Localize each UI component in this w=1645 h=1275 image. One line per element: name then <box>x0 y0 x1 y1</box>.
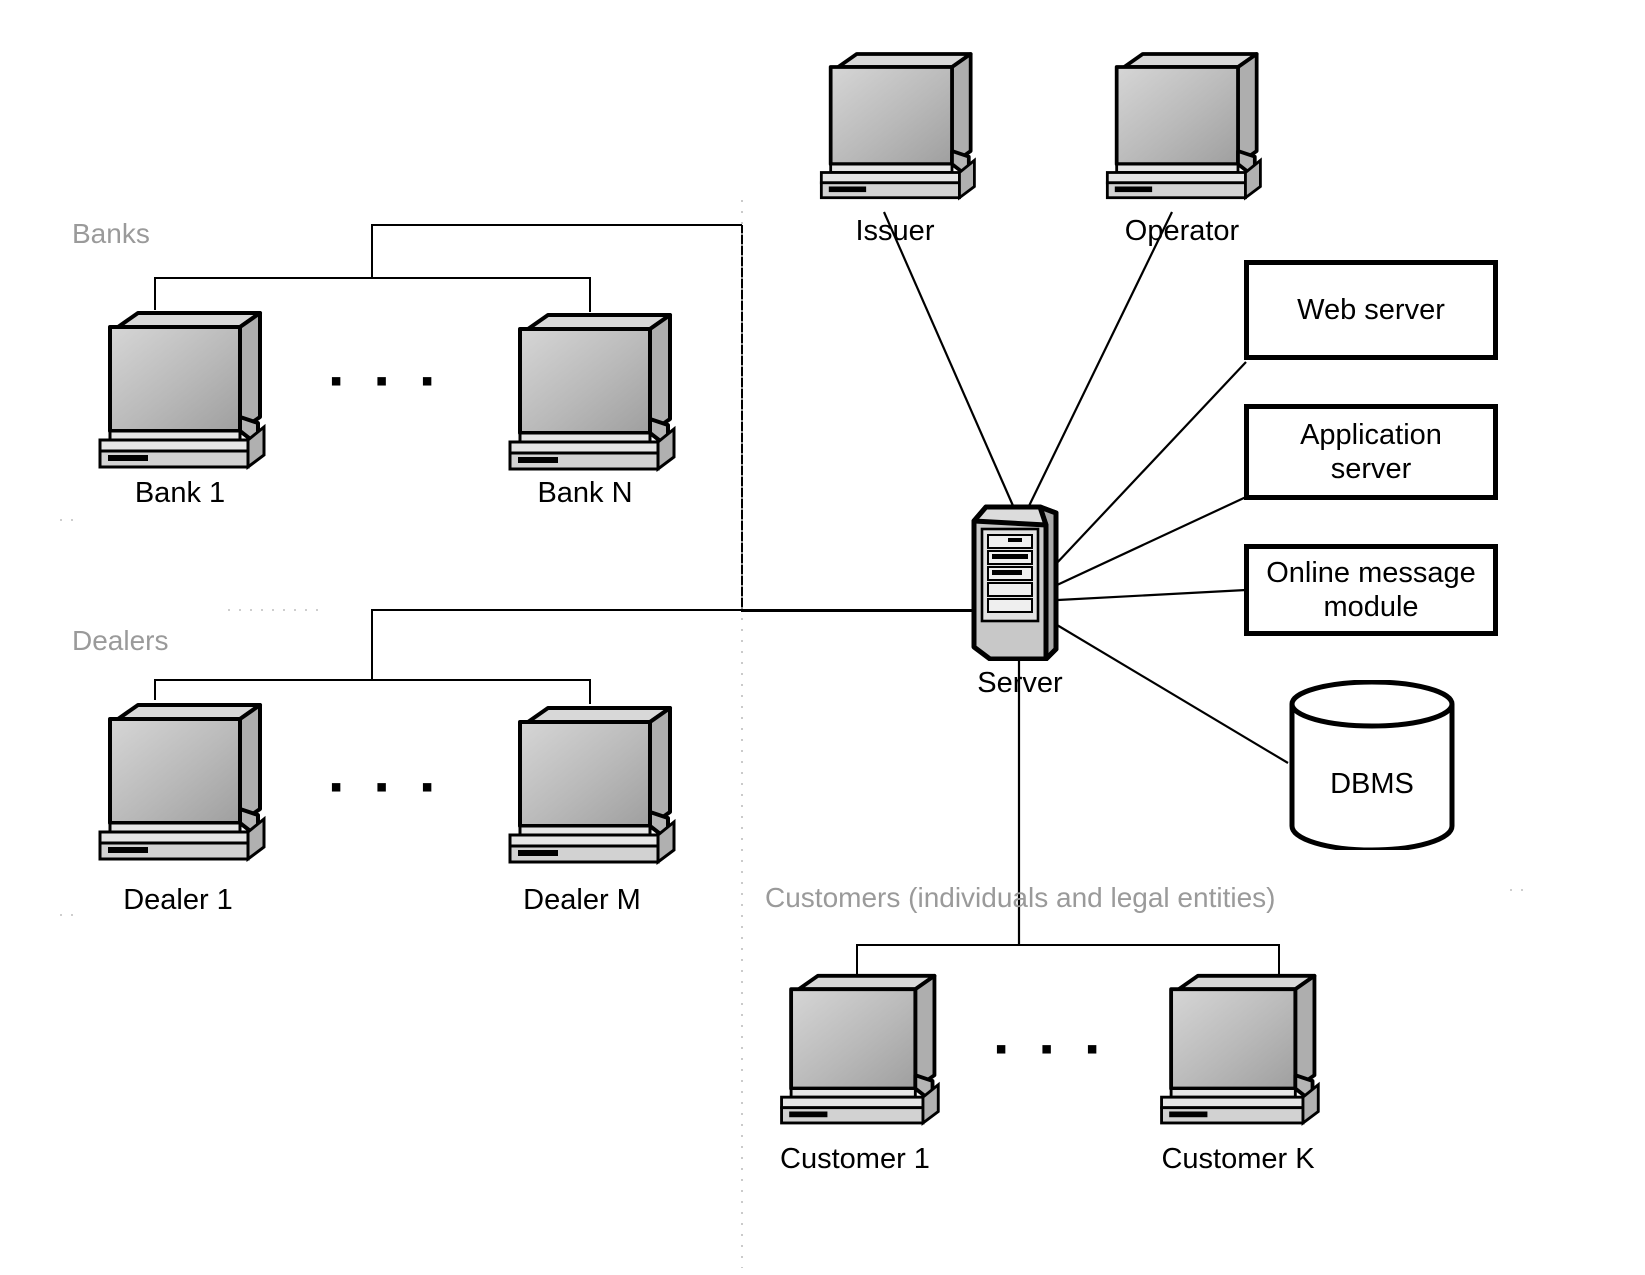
diagram-canvas: Bank 1 Bank N ▪ ▪ ▪ Banks Dealer 1 Deale… <box>0 0 1645 1275</box>
node-label-issuer: Issuer <box>855 215 935 247</box>
ellipsis-banks: ▪ ▪ ▪ <box>330 362 446 400</box>
component-label-online-message-module-line2: module <box>1323 591 1419 623</box>
node-bank-n[interactable] <box>500 307 680 472</box>
component-label-online-message-module-line1: Online message <box>1266 556 1476 589</box>
node-dealer-1[interactable] <box>90 697 270 862</box>
node-label-dealer-1: Dealer 1 <box>123 884 233 916</box>
node-label-customer-k: Customer K <box>1161 1143 1315 1175</box>
node-label-bank-1: Bank 1 <box>134 477 226 509</box>
node-issuer[interactable] <box>812 46 980 201</box>
group-label-dealers: Dealers <box>72 625 169 656</box>
group-label-banks: Banks <box>72 218 150 249</box>
node-server[interactable] <box>968 503 1068 662</box>
component-label-dbms: DBMS <box>1330 768 1414 800</box>
node-label-dealer-m: Dealer M <box>523 884 641 916</box>
node-customer-k[interactable] <box>1152 968 1324 1126</box>
component-label-application-server-line1: Application <box>1300 418 1442 451</box>
component-label-web-server: Web server <box>1297 293 1445 326</box>
node-dealer-m[interactable] <box>500 700 680 865</box>
ellipsis-dealers: ▪ ▪ ▪ <box>330 768 446 806</box>
component-web-server[interactable]: Web server <box>1244 260 1498 360</box>
node-label-operator: Operator <box>1124 215 1240 247</box>
group-label-customers: Customers (individuals and legal entitie… <box>765 882 1276 913</box>
component-application-server[interactable]: Application server <box>1244 404 1498 500</box>
node-label-customer-1: Customer 1 <box>780 1143 930 1175</box>
node-customer-1[interactable] <box>772 968 944 1126</box>
node-label-server: Server <box>977 667 1063 699</box>
ellipsis-customers: ▪ ▪ ▪ <box>995 1030 1111 1068</box>
component-dbms[interactable]: DBMS <box>1286 679 1458 853</box>
node-label-bank-n: Bank N <box>537 477 633 509</box>
component-online-message-module[interactable]: Online message module <box>1244 544 1498 636</box>
node-bank-1[interactable] <box>90 305 270 470</box>
node-operator[interactable] <box>1098 46 1266 201</box>
component-label-application-server-line2: server <box>1330 453 1412 485</box>
